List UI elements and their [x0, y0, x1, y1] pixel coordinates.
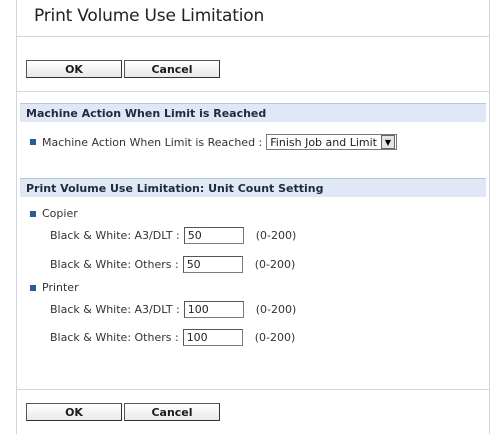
bottom-button-row: OK Cancel — [26, 403, 220, 421]
copier-a3-input[interactable] — [183, 227, 244, 244]
square-bullet-icon — [30, 284, 36, 291]
machine-action-selected-value: Finish Job and Limit — [270, 135, 377, 149]
range-hint: (0-200) — [254, 258, 296, 271]
printer-others-row: Black & White: Others : (0-200) — [50, 329, 295, 346]
section-header-machine-action: Machine Action When Limit is Reached — [20, 103, 486, 122]
square-bullet-icon — [30, 210, 36, 217]
machine-action-label: Machine Action When Limit is Reached : — [42, 135, 263, 149]
field-label: Black & White: A3/DLT : — [50, 303, 180, 316]
copier-a3-row: Black & White: A3/DLT : (0-200) — [50, 227, 296, 244]
range-hint: (0-200) — [254, 331, 296, 344]
group-label-printer: Printer — [42, 281, 79, 294]
copier-others-input[interactable] — [182, 256, 243, 273]
section-header-unit-count: Print Volume Use Limitation: Unit Count … — [20, 178, 486, 197]
chevron-down-icon[interactable]: ▼ — [381, 135, 395, 149]
range-hint: (0-200) — [255, 229, 297, 242]
range-hint: (0-200) — [255, 303, 297, 316]
group-copier: Copier — [30, 207, 78, 220]
group-label-copier: Copier — [42, 207, 78, 220]
divider — [16, 389, 490, 390]
cancel-button-top[interactable]: Cancel — [124, 60, 220, 78]
printer-a3-row: Black & White: A3/DLT : (0-200) — [50, 301, 296, 318]
cancel-button-bottom[interactable]: Cancel — [124, 403, 220, 421]
divider — [16, 91, 490, 92]
square-bullet-icon — [30, 139, 36, 145]
machine-action-select[interactable]: Finish Job and Limit ▼ — [266, 134, 397, 150]
page-title: Print Volume Use Limitation — [34, 6, 265, 26]
machine-action-row: Machine Action When Limit is Reached : F… — [30, 134, 397, 150]
field-label: Black & White: A3/DLT : — [50, 229, 180, 242]
title-divider — [16, 36, 490, 37]
field-label: Black & White: Others : — [50, 258, 179, 271]
field-label: Black & White: Others : — [50, 331, 179, 344]
group-printer: Printer — [30, 281, 79, 294]
printer-a3-input[interactable] — [183, 301, 244, 318]
ok-button-top[interactable]: OK — [26, 60, 122, 78]
copier-others-row: Black & White: Others : (0-200) — [50, 256, 295, 273]
ok-button-bottom[interactable]: OK — [26, 403, 122, 421]
printer-others-input[interactable] — [182, 329, 243, 346]
top-button-row: OK Cancel — [26, 60, 220, 78]
